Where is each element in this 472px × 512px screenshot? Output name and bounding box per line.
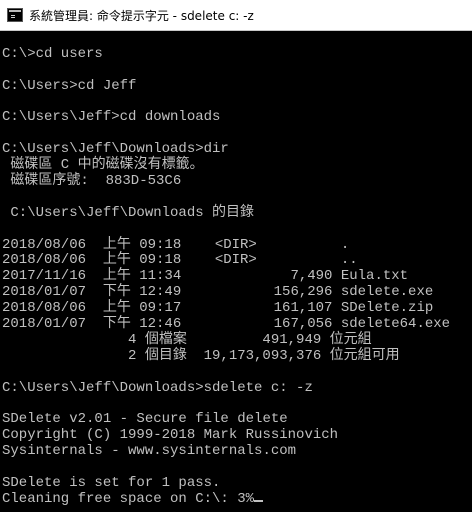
console-line: 2 個目錄 19,173,093,376 位元組可用 [2, 347, 400, 364]
console-line: 2018/08/06 上午 09:18 <DIR> .. [2, 252, 358, 269]
console-line: C:\Users\Jeff>cd downloads [2, 109, 221, 126]
console-line: SDelete is set for 1 pass. [2, 474, 221, 491]
console-line: 2018/01/07 下午 12:49 156,296 sdelete.exe [2, 284, 434, 301]
console-line: 4 個檔案 491,949 位元組 [2, 331, 372, 348]
console-line: 2018/08/06 上午 09:17 161,107 SDelete.zip [2, 300, 434, 317]
window-title: 系統管理員: 命令提示字元 - sdelete c: -z [29, 8, 254, 23]
command-prompt-window: 系統管理員: 命令提示字元 - sdelete c: -z C:\>cd use… [0, 0, 472, 512]
console-line: Cleaning free space on C:\: 3% [2, 491, 472, 508]
console-line: 磁碟區序號: 883D-53C6 [2, 173, 182, 190]
console-line: C:\Users>cd Jeff [2, 77, 137, 94]
console-line: Copyright (C) 1999-2018 Mark Russinovich [2, 427, 339, 444]
console-output[interactable]: C:\>cd users C:\Users>cd Jeff C:\Users\Jef… [2, 31, 472, 512]
console-line: 2018/01/07 下午 12:46 167,056 sdelete64.ex… [2, 316, 451, 333]
console-line: C:\Users\Jeff\Downloads 的目錄 [2, 204, 255, 221]
title-bar[interactable]: 系統管理員: 命令提示字元 - sdelete c: -z [0, 0, 472, 31]
console-line: C:\>cd users [2, 45, 103, 62]
console-line: C:\Users\Jeff\Downloads>dir [2, 141, 229, 158]
text-cursor [254, 499, 264, 502]
console-line: C:\Users\Jeff\Downloads>sdelete c: -z [2, 379, 313, 396]
console-line: 磁碟區 C 中的磁碟沒有標籤。 [2, 157, 204, 174]
console-line: SDelete v2.01 - Secure file delete [2, 411, 288, 428]
cmd-console-icon[interactable] [7, 8, 23, 22]
console-line: 2017/11/16 上午 11:34 7,490 Eula.txt [2, 268, 409, 285]
console-line: Sysinternals - www.sysinternals.com [2, 443, 297, 460]
